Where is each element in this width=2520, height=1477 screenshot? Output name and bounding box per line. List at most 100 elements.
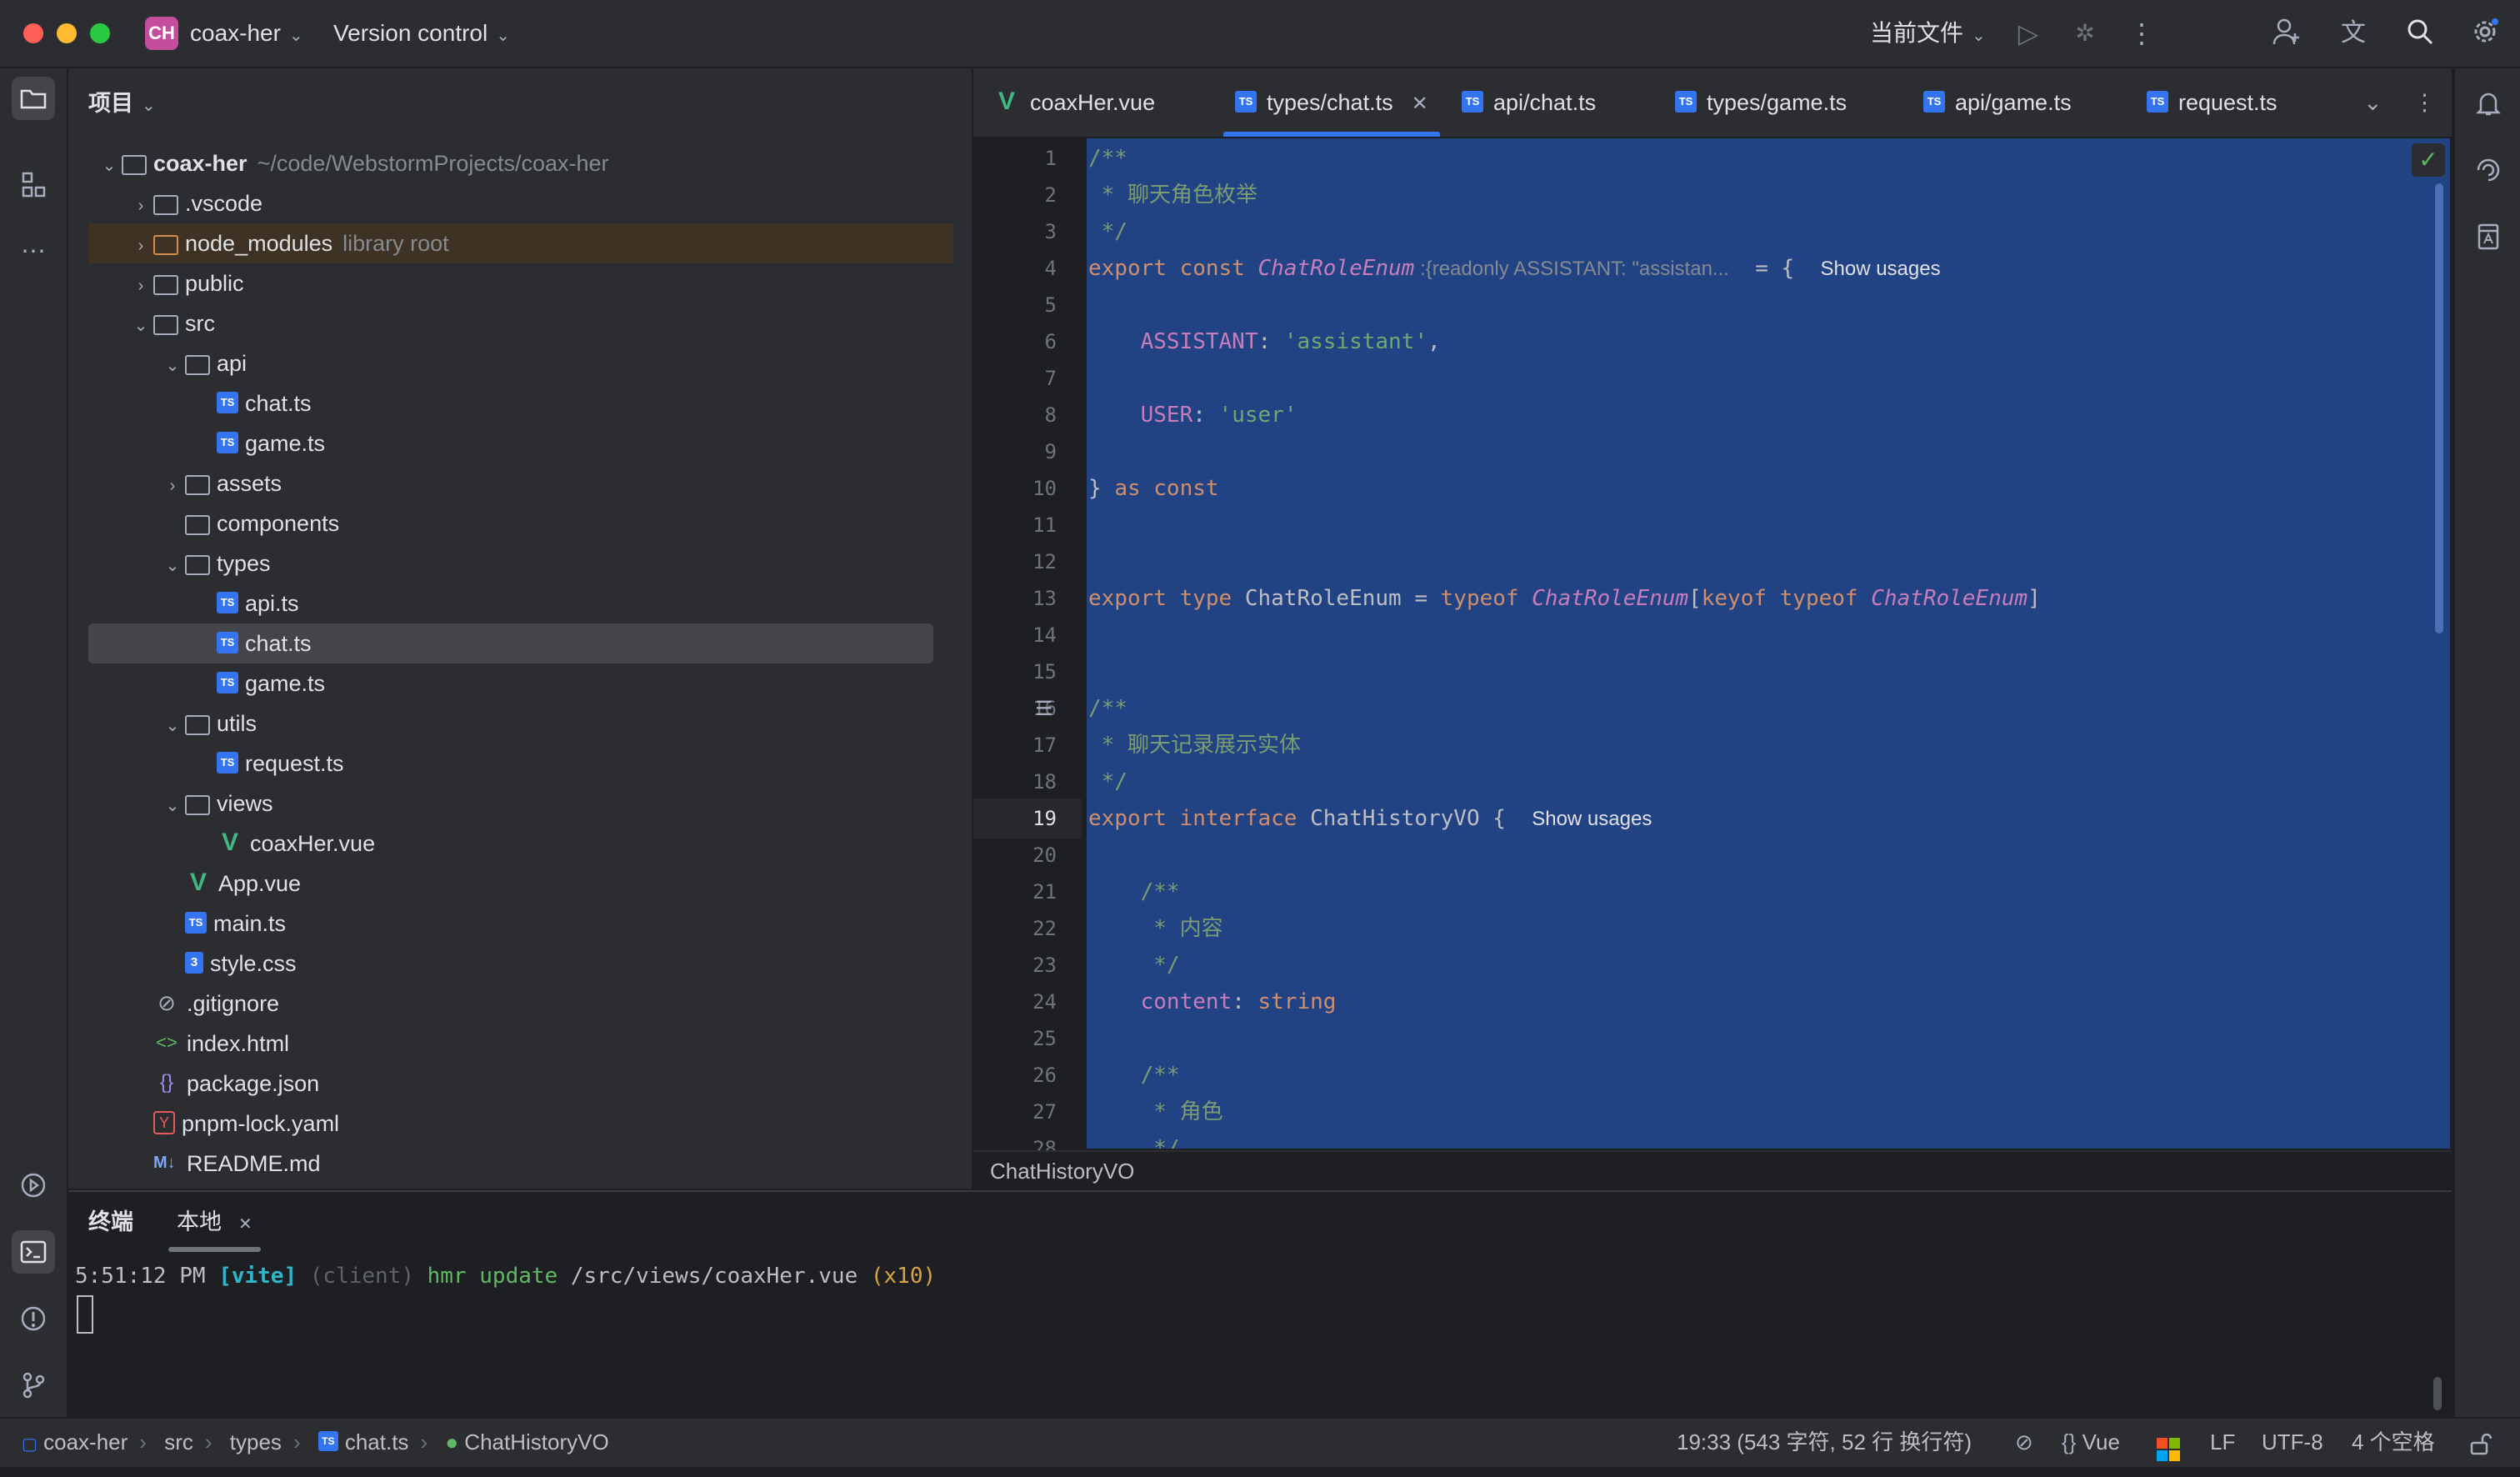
tree-item-pnpm-lock[interactable]: Ypnpm-lock.yaml: [88, 1104, 972, 1144]
debug-icon[interactable]: ✲: [2068, 17, 2102, 50]
more-tools-icon[interactable]: ⋯: [12, 230, 55, 273]
git-branch-icon[interactable]: [12, 1364, 55, 1407]
add-user-icon[interactable]: [2270, 17, 2303, 50]
no-problems-check-icon[interactable]: ✓: [2412, 143, 2445, 177]
tree-item-node-modules[interactable]: › node_modules library root: [88, 223, 953, 263]
line-number: 8: [1044, 403, 1057, 427]
tab-api-chat-ts[interactable]: TS api/chat.ts: [1462, 68, 1596, 137]
show-usages-link[interactable]: Show usages: [1821, 258, 1941, 280]
vcs-selector[interactable]: Version control ⌄: [333, 0, 510, 67]
terminal-cursor[interactable]: [77, 1295, 93, 1334]
tree-item-main-ts[interactable]: TS main.ts: [88, 904, 972, 944]
right-tool-strip: [2453, 68, 2520, 1417]
problems-icon[interactable]: [12, 1297, 55, 1340]
chevron-down-icon[interactable]: ⌄: [160, 346, 185, 386]
tree-item-components[interactable]: components: [88, 503, 972, 543]
close-icon[interactable]: ✕: [238, 1215, 252, 1234]
editor-scrollbar[interactable]: [2435, 183, 2443, 633]
project-panel: 项目 ⌄ ⌄ coax-her ~/code/WebstormProjects/coa…: [68, 68, 973, 1189]
tab-list-chevron-icon[interactable]: ⌄: [2363, 68, 2382, 137]
project-folder-icon[interactable]: [12, 77, 55, 120]
tree-item-src[interactable]: ⌄ src: [88, 303, 972, 346]
tree-item-api-chat-ts[interactable]: TS chat.ts: [88, 383, 972, 423]
terminal-scrollbar[interactable]: [2433, 1377, 2442, 1410]
doc-comment-toggle-icon[interactable]: ☰: [1035, 697, 1053, 721]
tab-request-ts[interactable]: TS request.ts: [2147, 68, 2278, 137]
tab-types-chat-ts[interactable]: TS types/chat.ts ✕: [1223, 68, 1440, 137]
line-separator[interactable]: LF: [2210, 1419, 2235, 1465]
show-usages-link[interactable]: Show usages: [1532, 808, 1652, 830]
terminal-tab-local[interactable]: 本地 ✕: [168, 1192, 261, 1252]
search-icon[interactable]: [2403, 17, 2437, 50]
close-window-button[interactable]: [23, 23, 43, 43]
breadcrumb-item[interactable]: coax-her: [43, 1429, 128, 1454]
database-icon[interactable]: [2467, 215, 2510, 258]
file-encoding[interactable]: UTF-8: [2262, 1419, 2323, 1465]
tab-types-game-ts[interactable]: TS types/game.ts: [1675, 68, 1847, 137]
tree-item-index-html[interactable]: <> index.html: [88, 1024, 972, 1064]
tree-item-types[interactable]: ⌄ types: [88, 543, 972, 586]
tree-item-coaxher-vue[interactable]: VcoaxHer.vue: [88, 824, 972, 864]
close-icon[interactable]: ✕: [1412, 93, 1428, 115]
chevron-right-icon[interactable]: ›: [128, 186, 153, 226]
tab-api-game-ts[interactable]: TS api/game.ts: [1923, 68, 2072, 137]
tree-item-gitignore[interactable]: ⊘ .gitignore: [88, 984, 972, 1024]
tree-item-assets[interactable]: › assets: [88, 463, 972, 506]
tree-item-public[interactable]: › public: [88, 263, 972, 306]
tree-item-types-chat-ts[interactable]: TS chat.ts: [88, 623, 933, 663]
minimize-window-button[interactable]: [57, 23, 77, 43]
breadcrumb-item[interactable]: types: [230, 1429, 282, 1454]
editor-breadcrumb[interactable]: ChatHistoryVO: [973, 1150, 2452, 1190]
tree-item-coax-her[interactable]: ⌄ coax-her ~/code/WebstormProjects/coax-he…: [88, 143, 955, 183]
chevron-down-icon[interactable]: ⌄: [160, 786, 185, 826]
chevron-down-icon[interactable]: ⌄: [97, 146, 122, 186]
tree-item-types-game-ts[interactable]: TS game.ts: [88, 663, 972, 703]
breadcrumb-item[interactable]: ChatHistoryVO: [464, 1429, 608, 1454]
run-config-selector[interactable]: 当前文件 ⌄: [1870, 0, 1986, 67]
tree-item-types-api-ts[interactable]: TS api.ts: [88, 583, 972, 623]
windows-logo-icon[interactable]: [2157, 1430, 2180, 1461]
chevron-right-icon[interactable]: ›: [160, 466, 185, 506]
terminal-icon[interactable]: [12, 1230, 55, 1274]
tab-more-icon[interactable]: ⋮: [2413, 68, 2436, 137]
project-panel-header[interactable]: 项目 ⌄: [88, 85, 156, 118]
typescript-file-icon: TS: [217, 591, 238, 613]
tree-item-views[interactable]: ⌄ views: [88, 784, 972, 826]
zoom-window-button[interactable]: [90, 23, 110, 43]
code-editor[interactable]: /** * 聊天角色枚举 */ export const ChatRoleEnu…: [1087, 138, 2450, 1149]
chevron-right-icon[interactable]: ›: [128, 226, 153, 266]
tree-item-package-json[interactable]: {} package.json: [88, 1064, 972, 1104]
inspection-off-icon[interactable]: ⊘: [2015, 1419, 2033, 1465]
translate-icon[interactable]: 文: [2337, 17, 2370, 50]
tree-item-utils[interactable]: ⌄ utils: [88, 703, 972, 746]
chevron-down-icon[interactable]: ⌄: [160, 706, 185, 746]
tree-item-label: style.css: [210, 951, 297, 976]
more-actions-icon[interactable]: ⋮: [2125, 17, 2158, 50]
structure-icon[interactable]: [12, 163, 55, 207]
cursor-position[interactable]: 19:33 (543 字符, 52 行 换行符): [1677, 1419, 1972, 1465]
tree-item-readme[interactable]: M↓ README.md: [88, 1144, 972, 1184]
language-selector[interactable]: {} Vue: [2062, 1419, 2120, 1465]
project-selector[interactable]: coax-her ⌄: [190, 0, 303, 67]
tree-item-vscode[interactable]: › .vscode: [88, 183, 972, 226]
tab-coaxher-vue[interactable]: VcoaxHer.vue: [993, 68, 1155, 137]
indent-setting[interactable]: 4 个空格: [2352, 1419, 2435, 1465]
tree-item-style-css[interactable]: 3 style.css: [88, 944, 972, 984]
unlock-icon[interactable]: [2468, 1419, 2492, 1465]
ai-assistant-icon[interactable]: [2467, 148, 2510, 192]
settings-gear-icon[interactable]: [2468, 17, 2502, 50]
tree-item-api-game-ts[interactable]: TS game.ts: [88, 423, 972, 463]
breadcrumb-item[interactable]: chat.ts: [345, 1429, 409, 1454]
code-line: /**: [1088, 1063, 1180, 1088]
breadcrumb-symbol[interactable]: ChatHistoryVO: [990, 1159, 1134, 1184]
tree-item-request-ts[interactable]: TS request.ts: [88, 744, 972, 784]
run-icon[interactable]: ▷: [2012, 17, 2045, 50]
notifications-bell-icon[interactable]: [2467, 82, 2510, 125]
chevron-right-icon[interactable]: ›: [128, 266, 153, 306]
tree-item-api[interactable]: ⌄ api: [88, 343, 972, 386]
chevron-down-icon[interactable]: ⌄: [160, 546, 185, 586]
chevron-down-icon[interactable]: ⌄: [128, 306, 153, 346]
breadcrumb-item[interactable]: src: [164, 1429, 193, 1454]
tree-item-app-vue[interactable]: V App.vue: [88, 864, 972, 904]
run-tool-icon[interactable]: [12, 1164, 55, 1207]
